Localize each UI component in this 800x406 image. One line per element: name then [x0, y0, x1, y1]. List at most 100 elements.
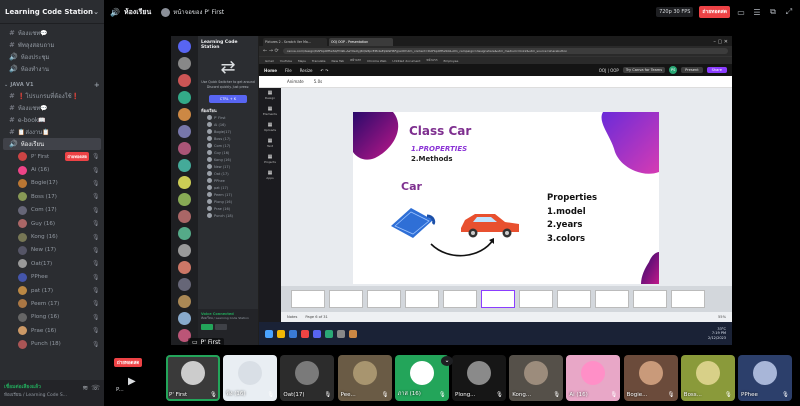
- voice-user[interactable]: Oat(17) 🎙: [0, 257, 104, 270]
- canva-notes: Notes: [287, 315, 298, 319]
- camera-icon[interactable]: ▶: [128, 376, 136, 387]
- canva-page: Page 6 of 31: [305, 315, 328, 319]
- slide-title: Class Car: [409, 124, 472, 138]
- voice-user[interactable]: P' First ถ่ายทอดสด 🎙: [0, 150, 104, 163]
- participant-tile[interactable]: Bogie... 🎙: [623, 355, 678, 401]
- canva-subtoolbar: Animate 5.0s: [259, 76, 732, 88]
- voice-user[interactable]: Prae (16) 🎙: [0, 324, 104, 337]
- chat-icon[interactable]: ▭: [736, 8, 746, 17]
- voice-user[interactable]: New (17) 🎙: [0, 244, 104, 257]
- participant-tile[interactable]: Plong... 🎙: [452, 355, 506, 401]
- voice-user[interactable]: Peem (17) 🎙: [0, 297, 104, 310]
- members-icon[interactable]: ☰: [752, 8, 762, 17]
- presenter-label: ▭ P' First: [188, 338, 225, 347]
- taskbar-app-icon: [325, 329, 333, 338]
- avatar: [207, 192, 212, 197]
- noise-suppression-icon[interactable]: ≋: [82, 384, 88, 392]
- mini-channel-sidebar: Learning Code Station ⇄ Use Quick Switch…: [198, 36, 258, 345]
- participant-tile[interactable]: P' First 🎙: [166, 355, 220, 401]
- mini-user: pat (17): [201, 184, 255, 191]
- bookmark: Chrome Web: [367, 58, 387, 63]
- channel-label: พัทลุงสอบถาม: [17, 42, 55, 49]
- taskbar-app-icon: [337, 329, 345, 338]
- mini-user-name: Plong (16): [214, 199, 232, 204]
- participant-tile[interactable]: PPhee 🎙: [738, 355, 792, 401]
- avatar: [18, 205, 27, 215]
- channel-label: e-book📖: [17, 116, 46, 124]
- voice-user[interactable]: Bogie(17) 🎙: [0, 177, 104, 190]
- screen-share-icon: ▭: [192, 339, 198, 346]
- mini-user: Guy (16): [201, 149, 255, 156]
- channel-ebook[interactable]: # e-book📖: [3, 114, 101, 126]
- shared-screen[interactable]: Learning Code Station ⇄ Use Quick Switch…: [171, 36, 732, 345]
- voice-user[interactable]: Com (17) 🎙: [0, 204, 104, 217]
- stream-owner[interactable]: หน้าจอของ P' First: [161, 7, 224, 17]
- category-java[interactable]: ⌄ JAVA V1 +: [0, 79, 104, 90]
- avatar: [18, 326, 27, 336]
- voice-user[interactable]: Plong (16) 🎙: [0, 311, 104, 324]
- avatar: [207, 171, 212, 176]
- mini-screen-button: [215, 324, 227, 330]
- channel-submit[interactable]: # 📋ส่งงาน📋: [3, 126, 101, 138]
- channel-classroom[interactable]: 🔊 ห้องเรียน: [3, 138, 101, 150]
- participant-tile[interactable]: Pee... 🎙: [337, 355, 392, 401]
- voice-user-name: P' First: [31, 153, 50, 160]
- mic-muted-icon: 🎙: [724, 392, 732, 398]
- taskbar-app-icon: [349, 329, 357, 338]
- voice-channel-path[interactable]: ห้องเรียน / Learning Code S...: [4, 391, 100, 398]
- fullscreen-icon[interactable]: ⤢: [784, 7, 794, 17]
- channel-meeting[interactable]: 🔊 ห้องประชุม: [3, 51, 101, 63]
- channel-ask[interactable]: # พัทลุงสอบถาม: [3, 39, 101, 51]
- participant-tile[interactable]: Boss... 🎙: [680, 355, 735, 401]
- mic-muted-icon: 🎙: [381, 392, 389, 398]
- voice-user[interactable]: PPhee 🎙: [0, 271, 104, 284]
- channel-chat[interactable]: # ห้องแชท💬: [3, 27, 101, 39]
- voice-user[interactable]: Punch (18) 🎙: [0, 337, 104, 350]
- participant-tile[interactable]: Ai (16) 🎙: [566, 355, 621, 401]
- voice-user[interactable]: Ai (16) 🎙: [0, 163, 104, 176]
- participant-tile[interactable]: พิง (16) 🎙: [223, 355, 278, 401]
- participant-avatar: [695, 361, 720, 386]
- mic-muted-icon: 🎙: [267, 392, 275, 398]
- voice-user[interactable]: Kong (16) 🎙: [0, 230, 104, 243]
- mini-voice-channel: ห้องเรียน: [201, 108, 217, 113]
- canva-duration: 5.0s: [313, 79, 323, 84]
- mic-muted-icon: 🎙: [782, 392, 789, 398]
- participant-name: Kong...: [512, 392, 532, 398]
- participant-tile[interactable]: Kong... 🎙: [509, 355, 564, 401]
- participant-tile[interactable]: Oat(17) 🎙: [280, 355, 335, 401]
- quick-switcher-tip: Use Quick Switcher to get around Discord…: [201, 80, 255, 89]
- mini-user: New (17): [201, 163, 255, 170]
- add-channel-icon[interactable]: +: [94, 81, 100, 89]
- voice-user[interactable]: pat (17) 🎙: [0, 284, 104, 297]
- slide-properties: Properties 1.model 2.years 3.colors: [547, 192, 597, 246]
- address-bar: ← → ⟳ canva.com/design/DAFbpOfEwS0/fm9b-…: [259, 46, 732, 56]
- avatar: [18, 245, 27, 255]
- disconnect-icon[interactable]: ☏: [91, 384, 100, 392]
- canva-animate: Animate: [287, 79, 304, 84]
- browser-window: Pictures 2 - Scratch Ver Ma... OOJ OOP -…: [259, 36, 732, 345]
- channel-label: ห้องประชุม: [20, 54, 50, 61]
- participant-avatar: [753, 361, 777, 386]
- mic-muted-icon: 🎙: [92, 300, 100, 308]
- channel-chat-java[interactable]: # ห้องแชท💬: [3, 102, 101, 114]
- nav-icons: ← → ⟳: [263, 48, 279, 54]
- self-screen-label: P...: [116, 387, 124, 393]
- voice-user[interactable]: Guy (16) 🎙: [0, 217, 104, 230]
- server-header[interactable]: Learning Code Station ⌄: [0, 0, 104, 24]
- undo-icon: ↶ ↷: [320, 67, 329, 73]
- discord-window: Learning Code Station ⌄ # ห้องแชท💬 # พัทลุ…: [0, 0, 800, 406]
- channel-work[interactable]: 🔊 ห้องทำงาน: [3, 63, 101, 75]
- chevron-down-icon: ⌄: [93, 7, 99, 16]
- avatar: [18, 259, 27, 269]
- voice-user[interactable]: Boss (17) 🎙: [0, 190, 104, 203]
- hash-icon: #: [9, 41, 15, 49]
- mini-server-icon: [178, 125, 191, 138]
- rail-label: Design: [264, 96, 276, 100]
- rail-label: Text: [266, 144, 274, 148]
- popout-icon[interactable]: ⧉: [768, 7, 778, 17]
- hash-icon: #: [9, 128, 15, 136]
- channel-programs[interactable]: # ❗โปรแกรมที่ต้องใช้❗: [3, 90, 101, 102]
- avatar: [207, 150, 212, 155]
- collapse-strip-icon[interactable]: ⌄: [441, 356, 453, 366]
